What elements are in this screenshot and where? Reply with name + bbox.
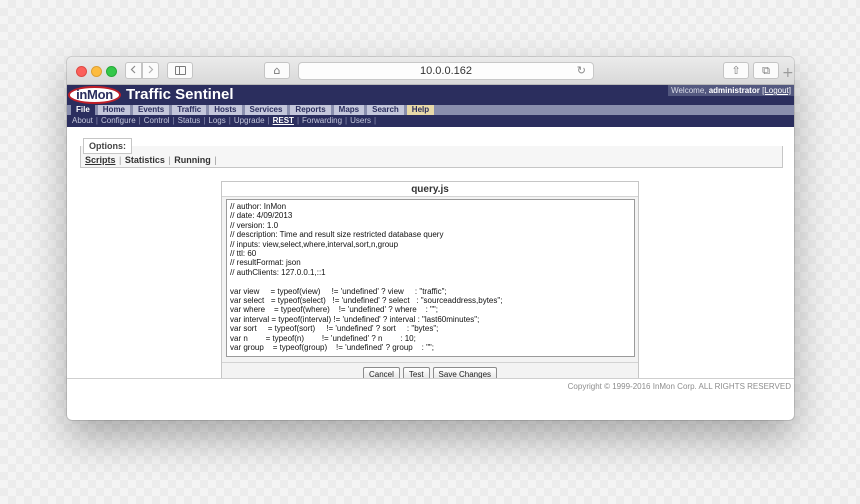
tab-maps[interactable]: Maps xyxy=(333,105,365,115)
options-tabs: Scripts | Statistics | Running | xyxy=(85,155,218,165)
home-button[interactable]: ⌂ xyxy=(264,62,290,79)
subnav-separator: | xyxy=(374,116,377,125)
username: administrator xyxy=(708,86,760,95)
subnav-about[interactable]: About xyxy=(72,116,93,125)
reload-icon[interactable]: ↻ xyxy=(577,63,586,79)
subnav-separator: | xyxy=(267,116,270,125)
tab-hosts[interactable]: Hosts xyxy=(209,105,242,115)
script-code-textarea[interactable]: // author: InMon // date: 4/09/2013 // v… xyxy=(226,199,635,357)
tab-statistics[interactable]: Statistics xyxy=(125,155,165,165)
show-tabs-button[interactable]: ⧉ xyxy=(753,62,779,79)
subnav-upgrade[interactable]: Upgrade xyxy=(234,116,265,125)
share-icon: ⇧ xyxy=(731,64,741,77)
logout-link[interactable]: [Logout] xyxy=(762,86,791,95)
main-nav: File Home Events Traffic Hosts Services … xyxy=(67,105,794,115)
welcome-prefix: Welcome, xyxy=(671,86,709,95)
options-separator: | xyxy=(116,155,124,165)
sidebar-toggle-button[interactable] xyxy=(167,62,193,79)
options-panel: Scripts | Statistics | Running | xyxy=(80,146,783,168)
subnav-rest[interactable]: REST xyxy=(273,116,294,125)
subnav-separator: | xyxy=(138,116,141,125)
share-button[interactable]: ⇧ xyxy=(723,62,749,79)
back-button[interactable] xyxy=(125,62,142,79)
subnav-separator: | xyxy=(95,116,98,125)
browser-window: ⌂ 10.0.0.162 ↻ ⇧ ⧉ + inMon Traffic Senti… xyxy=(67,57,794,420)
chevron-right-icon xyxy=(147,65,154,76)
tabs-icon: ⧉ xyxy=(762,64,770,77)
home-icon: ⌂ xyxy=(273,64,281,77)
tab-scripts[interactable]: Scripts xyxy=(85,155,116,165)
forward-button[interactable] xyxy=(142,62,159,79)
tab-search[interactable]: Search xyxy=(367,105,404,115)
subnav-control[interactable]: Control xyxy=(144,116,170,125)
chevron-left-icon xyxy=(130,65,137,76)
subnav-separator: | xyxy=(228,116,231,125)
tab-home[interactable]: Home xyxy=(97,105,131,115)
close-window-button[interactable] xyxy=(76,66,87,77)
subnav-configure[interactable]: Configure xyxy=(101,116,136,125)
tab-services[interactable]: Services xyxy=(244,105,288,115)
tab-file[interactable]: File xyxy=(71,105,95,115)
copyright-footer: Copyright © 1999-2016 InMon Corp. ALL RI… xyxy=(67,378,794,397)
tab-reports[interactable]: Reports xyxy=(290,105,331,115)
address-bar[interactable]: 10.0.0.162 ↻ xyxy=(298,62,594,80)
app-title: Traffic Sentinel xyxy=(126,86,234,103)
subnav-logs[interactable]: Logs xyxy=(208,116,225,125)
url-text: 10.0.0.162 xyxy=(420,65,472,77)
options-separator: | xyxy=(211,155,217,165)
inmon-logo: inMon xyxy=(68,86,121,104)
script-editor-panel: query.js // author: InMon // date: 4/09/… xyxy=(221,181,639,386)
new-tab-button[interactable]: + xyxy=(782,65,794,81)
plus-icon: + xyxy=(782,65,794,81)
zoom-window-button[interactable] xyxy=(106,66,117,77)
subnav-separator: | xyxy=(172,116,175,125)
tab-traffic[interactable]: Traffic xyxy=(172,105,207,115)
subnav-forwarding[interactable]: Forwarding xyxy=(302,116,342,125)
main-content: Scripts | Statistics | Running | Options… xyxy=(67,127,794,397)
options-separator: | xyxy=(165,155,174,165)
tab-events[interactable]: Events xyxy=(133,105,170,115)
tab-running[interactable]: Running xyxy=(174,155,211,165)
tab-help[interactable]: Help xyxy=(406,105,435,115)
sub-nav: About | Configure | Control | Status | Logs | Upgr… xyxy=(67,115,794,127)
browser-toolbar: ⌂ 10.0.0.162 ↻ ⇧ ⧉ + xyxy=(67,57,794,85)
welcome-message: Welcome, administrator [Logout] xyxy=(668,85,794,96)
options-legend: Options: xyxy=(83,138,132,154)
script-filename: query.js xyxy=(222,182,638,197)
minimize-window-button[interactable] xyxy=(91,66,102,77)
subnav-separator: | xyxy=(296,116,300,125)
subnav-separator: | xyxy=(203,116,206,125)
app-header: inMon Traffic Sentinel Welcome, administ… xyxy=(67,85,794,105)
subnav-separator: | xyxy=(345,116,348,125)
sidebar-icon xyxy=(174,66,186,75)
subnav-status[interactable]: Status xyxy=(178,116,201,125)
subnav-users[interactable]: Users xyxy=(350,116,371,125)
